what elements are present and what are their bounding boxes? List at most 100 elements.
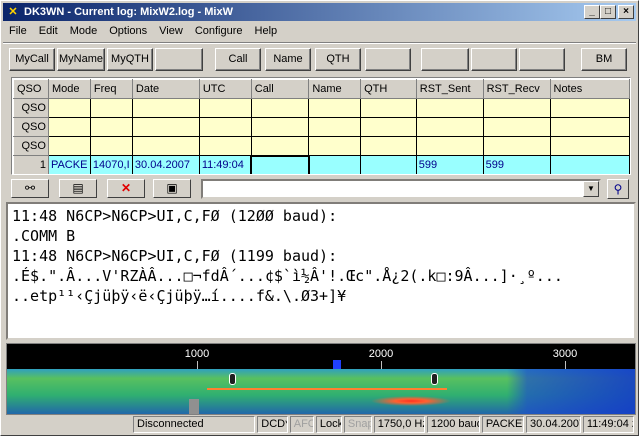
table-row-current[interactable]: 1 PACKE 14070,I 30.04.2007 11:49:04 599 … bbox=[13, 154, 630, 174]
cell-mode[interactable] bbox=[48, 117, 91, 137]
space-marker-icon[interactable] bbox=[431, 373, 438, 385]
cell-qth[interactable] bbox=[360, 98, 417, 118]
save-button[interactable]: ▣ bbox=[153, 179, 191, 198]
cell-rst-recv[interactable]: 599 bbox=[483, 155, 551, 174]
cell-date[interactable]: 30.04.2007 bbox=[132, 155, 200, 174]
cell-utc[interactable] bbox=[199, 98, 252, 118]
cell-rst-recv[interactable] bbox=[483, 117, 551, 137]
cell-freq[interactable] bbox=[90, 98, 133, 118]
minimize-button[interactable]: _ bbox=[584, 5, 600, 19]
cell-name[interactable] bbox=[308, 98, 362, 118]
menu-edit[interactable]: Edit bbox=[33, 23, 64, 41]
col-header[interactable]: RST_Sent bbox=[415, 79, 484, 99]
cell-rst-recv[interactable] bbox=[483, 136, 551, 156]
receive-window[interactable]: 11:48 N6CP>N6CP>UI,C,FØ (12ØØ baud): .COM… bbox=[6, 202, 636, 340]
cell-notes[interactable] bbox=[550, 98, 630, 118]
cell-qth[interactable] bbox=[360, 136, 417, 156]
macro-empty-button[interactable] bbox=[421, 48, 469, 71]
menu-configure[interactable]: Configure bbox=[189, 23, 249, 41]
cell-call[interactable] bbox=[251, 136, 310, 156]
cell-name[interactable] bbox=[308, 155, 362, 174]
macro-call-button[interactable]: Call bbox=[215, 48, 261, 71]
col-header[interactable]: Date bbox=[131, 79, 200, 99]
cell-freq[interactable]: 14070,I bbox=[90, 155, 133, 174]
table-row[interactable]: QSO bbox=[13, 98, 630, 118]
chevron-down-icon[interactable]: ▼ bbox=[583, 181, 599, 197]
cell-call[interactable] bbox=[250, 154, 310, 174]
status-snap[interactable]: Snap bbox=[343, 416, 372, 433]
macro-empty-button[interactable] bbox=[155, 48, 203, 71]
cell-date[interactable] bbox=[132, 136, 200, 156]
col-header[interactable]: UTC bbox=[198, 79, 252, 99]
row-number: QSO bbox=[13, 98, 49, 118]
col-header[interactable]: Name bbox=[308, 79, 362, 99]
cell-call[interactable] bbox=[251, 117, 310, 137]
macro-mycall-button[interactable]: MyCall bbox=[9, 48, 55, 71]
cell-rst-sent[interactable] bbox=[416, 117, 484, 137]
menu-file[interactable]: File bbox=[3, 23, 33, 41]
status-lock[interactable]: Lock bbox=[315, 416, 342, 433]
slider-handle-icon[interactable] bbox=[189, 399, 199, 414]
waterfall-spectrum[interactable] bbox=[7, 369, 635, 414]
find-button[interactable]: ⚯ bbox=[11, 179, 49, 198]
col-header[interactable]: Freq bbox=[89, 79, 133, 99]
callsign-combo[interactable]: ▼ bbox=[201, 179, 601, 199]
menu-mode[interactable]: Mode bbox=[64, 23, 104, 41]
status-time: 11:49:04 z bbox=[582, 416, 634, 433]
table-row[interactable]: QSO bbox=[13, 117, 630, 137]
status-dcd[interactable]: DCD* bbox=[257, 416, 288, 433]
col-header[interactable]: Mode bbox=[47, 79, 91, 99]
macro-empty-button[interactable] bbox=[471, 48, 517, 71]
col-header[interactable]: RST_Recv bbox=[482, 79, 551, 99]
title-bar[interactable]: ✕ DK3WN - Current log: MixW2.log - MixW … bbox=[3, 3, 636, 21]
waterfall-panel[interactable]: 1000 2000 3000 bbox=[6, 343, 636, 415]
cell-mode[interactable] bbox=[48, 98, 91, 118]
cell-notes[interactable] bbox=[550, 136, 630, 156]
cell-notes[interactable] bbox=[550, 117, 630, 137]
cell-rst-recv[interactable] bbox=[483, 98, 551, 118]
lookup-button[interactable]: ⚲ bbox=[607, 179, 629, 199]
cell-name[interactable] bbox=[308, 136, 362, 156]
tuning-marker-icon[interactable] bbox=[333, 360, 341, 369]
cell-date[interactable] bbox=[132, 98, 200, 118]
macro-myqth-button[interactable]: MyQTH bbox=[107, 48, 153, 71]
macro-bm-button[interactable]: BM bbox=[581, 48, 627, 71]
cell-utc[interactable]: 11:49:04 bbox=[199, 155, 252, 174]
cell-notes[interactable] bbox=[550, 155, 630, 174]
col-header[interactable]: QSO bbox=[13, 79, 49, 99]
menu-view[interactable]: View bbox=[153, 23, 189, 41]
menu-options[interactable]: Options bbox=[103, 23, 153, 41]
cell-call[interactable] bbox=[251, 98, 310, 118]
cell-utc[interactable] bbox=[199, 117, 252, 137]
cell-qth[interactable] bbox=[360, 117, 417, 137]
col-header[interactable]: Call bbox=[250, 79, 310, 99]
cell-rst-sent[interactable]: 599 bbox=[416, 155, 484, 174]
cell-freq[interactable] bbox=[90, 117, 133, 137]
status-afc[interactable]: AFC bbox=[289, 416, 314, 433]
macro-myname-button[interactable]: MyName bbox=[57, 48, 105, 71]
delete-button[interactable]: ✕ bbox=[107, 179, 145, 198]
cell-mode[interactable]: PACKE bbox=[48, 155, 91, 174]
cell-mode[interactable] bbox=[48, 136, 91, 156]
macro-qth-button[interactable]: QTH bbox=[315, 48, 361, 71]
close-button[interactable]: × bbox=[618, 5, 634, 19]
card-button[interactable]: ▤ bbox=[59, 179, 97, 198]
cell-date[interactable] bbox=[132, 117, 200, 137]
col-header[interactable]: Notes bbox=[549, 79, 630, 99]
macro-name-button[interactable]: Name bbox=[265, 48, 311, 71]
mark-marker-icon[interactable] bbox=[229, 373, 236, 385]
col-header[interactable]: QTH bbox=[360, 79, 417, 99]
cell-name[interactable] bbox=[308, 117, 362, 137]
cell-rst-sent[interactable] bbox=[416, 136, 484, 156]
macro-empty-button[interactable] bbox=[519, 48, 565, 71]
menu-help[interactable]: Help bbox=[249, 23, 284, 41]
maximize-button[interactable]: □ bbox=[600, 5, 616, 19]
cell-rst-sent[interactable] bbox=[416, 98, 484, 118]
cell-utc[interactable] bbox=[199, 136, 252, 156]
log-grid[interactable]: QSO Mode Freq Date UTC Call Name QTH RST… bbox=[11, 77, 631, 175]
cell-freq[interactable] bbox=[90, 136, 133, 156]
cell-qth[interactable] bbox=[360, 155, 417, 174]
table-row[interactable]: QSO bbox=[13, 136, 630, 156]
frequency-scale[interactable]: 1000 2000 3000 bbox=[7, 344, 635, 369]
macro-empty-button[interactable] bbox=[365, 48, 411, 71]
